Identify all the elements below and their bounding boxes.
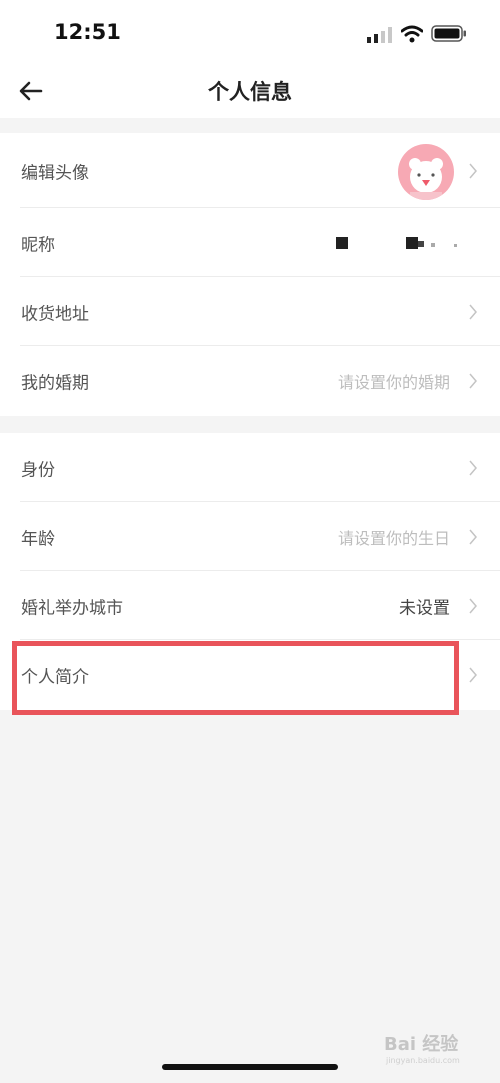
row-label: 编辑头像 bbox=[21, 163, 89, 183]
redacted-nickname-mask bbox=[336, 236, 457, 249]
row-label: 个人简介 bbox=[21, 667, 89, 687]
row-value: 请设置你的婚期 bbox=[337, 372, 450, 392]
row-shipping-address[interactable]: 收货地址 bbox=[0, 277, 500, 346]
avatar-cat-icon bbox=[398, 144, 454, 200]
row-label: 我的婚期 bbox=[21, 373, 89, 393]
avatar[interactable] bbox=[398, 144, 454, 200]
status-bar: 12:51 bbox=[0, 0, 500, 64]
profile-group-basic: 编辑头像 昵称 收货地址 我的婚期 请设置你的婚期 bbox=[0, 133, 500, 416]
chevron-right-icon bbox=[469, 598, 477, 613]
row-value: 未设置 bbox=[399, 598, 450, 618]
watermark-text: Bai 经验 bbox=[384, 1034, 459, 1055]
chevron-right-icon bbox=[469, 529, 477, 544]
row-label: 婚礼举办城市 bbox=[21, 598, 123, 618]
row-label: 年龄 bbox=[21, 529, 55, 549]
chevron-right-icon bbox=[469, 163, 477, 178]
row-label: 昵称 bbox=[21, 235, 55, 255]
watermark: Bai 经验 jingyan.baidu.com bbox=[384, 1030, 460, 1065]
wifi-icon bbox=[401, 25, 423, 43]
cellular-signal-icon bbox=[367, 27, 392, 43]
nav-bar: 个人信息 bbox=[0, 64, 500, 118]
row-identity[interactable]: 身份 bbox=[0, 433, 500, 502]
page-title: 个人信息 bbox=[208, 80, 292, 104]
row-bio[interactable]: 个人简介 bbox=[0, 640, 500, 709]
chevron-right-icon bbox=[469, 460, 477, 475]
row-label: 身份 bbox=[21, 460, 55, 480]
row-wedding-city[interactable]: 婚礼举办城市 未设置 bbox=[0, 571, 500, 640]
row-label: 收货地址 bbox=[21, 304, 89, 324]
home-indicator[interactable] bbox=[162, 1064, 338, 1070]
row-age[interactable]: 年龄 请设置你的生日 bbox=[0, 502, 500, 571]
status-time: 12:51 bbox=[54, 20, 121, 44]
chevron-right-icon bbox=[469, 667, 477, 682]
watermark-subtext: jingyan.baidu.com bbox=[386, 1056, 460, 1065]
row-value: 请设置你的生日 bbox=[337, 528, 450, 548]
chevron-right-icon bbox=[469, 304, 477, 319]
row-nickname[interactable]: 昵称 bbox=[0, 208, 500, 277]
battery-icon bbox=[431, 25, 466, 42]
profile-group-details: 身份 年龄 请设置你的生日 婚礼举办城市 未设置 个人简介 bbox=[0, 433, 500, 710]
chevron-right-icon bbox=[469, 373, 477, 388]
row-wedding-date[interactable]: 我的婚期 请设置你的婚期 bbox=[0, 346, 500, 415]
row-edit-avatar[interactable]: 编辑头像 bbox=[0, 133, 500, 208]
